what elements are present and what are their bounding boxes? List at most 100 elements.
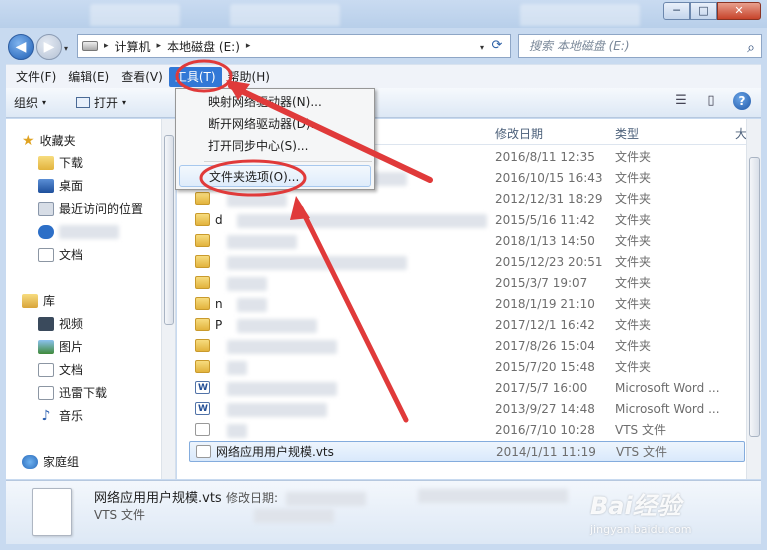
column-header-date-modified[interactable]: 修改日期 [495,125,543,142]
search-icon[interactable]: ⌕ [747,37,755,59]
redacted-value [254,509,334,523]
documents-icon [38,363,54,377]
redacted-file-name [227,340,337,354]
search-placeholder: 搜索 本地磁盘 (E:) [529,39,630,53]
recent-pages-dropdown[interactable]: ▾ [64,44,68,53]
file-row[interactable]: 2015/7/20 15:48 文件夹 [189,357,745,378]
baidu-jingyan-watermark: Bai经验 jingyan.baidu.com [590,486,760,536]
file-row[interactable]: d 2015/5/16 11:42 文件夹 [189,210,745,231]
breadcrumb-computer[interactable]: 计算机 [115,38,151,55]
nav-favorites[interactable]: ★ 收藏夹 [22,131,76,151]
pictures-icon [38,340,54,354]
redacted-file-name [227,361,247,375]
preview-pane-icon[interactable]: ▯ [703,93,719,109]
redacted-file-name [237,298,267,312]
menu-tools[interactable]: 工具(T) [168,66,222,87]
star-icon: ★ [22,133,35,149]
nav-cloud-drive[interactable] [38,222,119,242]
file-row[interactable]: 2013/9/27 14:48 Microsoft Word ... [189,399,745,420]
file-type: VTS 文件 [616,445,667,459]
open-label: 打开 [94,95,119,110]
breadcrumb-local-disk[interactable]: 本地磁盘 (E:) [167,38,240,55]
file-row[interactable]: P 2017/12/1 16:42 文件夹 [189,315,745,336]
file-row[interactable]: 2017/8/26 15:04 文件夹 [189,336,745,357]
details-file-type: VTS 文件 [94,508,145,522]
redacted-file-name [237,214,487,228]
menu-item-disconnect-network-drive[interactable]: 断开网络驱动器(D)... [208,113,322,135]
minimize-button[interactable]: ─ [663,2,690,20]
file-row[interactable]: 2016/7/10 10:28 VTS 文件 [189,420,745,441]
menu-edit[interactable]: 编辑(E) [62,67,115,87]
file-date-modified: 2015/5/16 11:42 [495,213,595,227]
nav-music[interactable]: ♪ 音乐 [38,406,83,426]
address-history-dropdown[interactable]: ▾ [480,43,484,52]
file-row[interactable]: 2015/3/7 19:07 文件夹 [189,273,745,294]
back-button[interactable]: ◀ [8,34,34,60]
nav-homegroup[interactable]: 家庭组 [22,452,79,472]
help-icon[interactable]: ? [733,92,751,110]
nav-pictures[interactable]: 图片 [38,337,83,357]
file-row[interactable]: 2015/12/23 20:51 文件夹 [189,252,745,273]
title-bar: ─ □ ✕ [0,0,767,28]
file-date-modified: 2014/1/11 11:19 [496,445,596,459]
nav-downloads[interactable]: 下载 [38,153,83,173]
file-row[interactable]: n 2018/1/19 21:10 文件夹 [189,294,745,315]
file-date-modified: 2016/8/11 12:35 [495,150,595,164]
open-button[interactable]: 打开 ▾ [68,91,134,115]
file-type: Microsoft Word ... [615,381,720,395]
folder-icon [195,234,210,247]
forward-button[interactable]: ▶ [36,34,62,60]
file-name: P [215,318,223,332]
file-type: 文件夹 [615,150,652,164]
menu-help[interactable]: 帮助(H) [222,67,276,87]
nav-pictures-label: 图片 [59,340,84,354]
watermark-logo: Bai经验 [590,492,681,520]
chevron-right-icon[interactable]: ▸ [104,41,109,51]
menu-item-folder-options[interactable]: 文件夹选项(O)... [179,165,371,187]
menu-file[interactable]: 文件(F) [10,67,62,87]
file-list-scrollbar[interactable] [746,119,761,479]
refresh-icon[interactable]: ⟳ [488,37,506,55]
file-row[interactable]: 2017/5/7 16:00 Microsoft Word ... [189,378,745,399]
nav-recent-places[interactable]: 最近访问的位置 [38,199,143,219]
desktop-icon [38,179,54,193]
menu-item-map-network-drive[interactable]: 映射网络驱动器(N)... [208,91,322,113]
file-row[interactable]: 网络应用用户规模.vts 2014/1/11 11:19 VTS 文件 [189,441,745,462]
nav-documents-fav[interactable]: 文档 [38,245,83,265]
chevron-right-icon[interactable]: ▸ [157,41,162,51]
music-note-icon: ♪ [41,408,51,424]
column-header-type[interactable]: 类型 [615,125,639,142]
nav-thunder-downloads[interactable]: 迅雷下载 [38,383,107,403]
file-date-modified: 2015/3/7 19:07 [495,276,588,290]
nav-videos[interactable]: 视频 [38,314,83,334]
nav-scrollbar[interactable] [161,119,175,479]
close-button[interactable]: ✕ [717,2,761,20]
maximize-button[interactable]: □ [690,2,717,20]
nav-libraries[interactable]: 库 [22,291,55,311]
nav-desktop-label: 桌面 [59,179,84,193]
chevron-down-icon: ▾ [122,97,127,107]
file-list-scroll-thumb[interactable] [749,157,760,437]
nav-desktop[interactable]: 桌面 [38,176,83,196]
address-bar[interactable]: ▸ 计算机 ▸ 本地磁盘 (E:) ▸ ▾ ⟳ [77,34,511,58]
downloads-folder-icon [38,156,54,170]
organize-button[interactable]: 组织 ▾ [6,91,54,115]
tools-menu-dropdown: 映射网络驱动器(N)... 断开网络驱动器(D)... 打开同步中心(S)...… [175,88,375,190]
drive-icon [82,41,98,51]
nav-documents[interactable]: 文档 [38,360,83,380]
word-document-icon [195,399,210,420]
nav-scroll-thumb[interactable] [164,135,174,325]
redacted-value [418,489,568,503]
nav-favorites-label: 收藏夹 [39,134,76,148]
documents-icon [38,248,54,262]
background-window-tab [520,4,640,26]
menu-view[interactable]: 查看(V) [115,67,169,87]
file-row[interactable]: 2012/12/31 18:29 文件夹 [189,189,745,210]
file-row[interactable]: 2018/1/13 14:50 文件夹 [189,231,745,252]
change-view-icon[interactable]: ☰ [673,93,689,109]
redacted-file-name [227,277,267,291]
chevron-right-icon[interactable]: ▸ [246,41,251,51]
menu-item-open-sync-center[interactable]: 打开同步中心(S)... [208,135,308,157]
address-row: ◀ ▶ ▾ ▸ 计算机 ▸ 本地磁盘 (E:) ▸ ▾ ⟳ 搜索 本地磁盘 (E… [0,30,767,62]
search-input[interactable]: 搜索 本地磁盘 (E:) ⌕ [518,34,762,58]
